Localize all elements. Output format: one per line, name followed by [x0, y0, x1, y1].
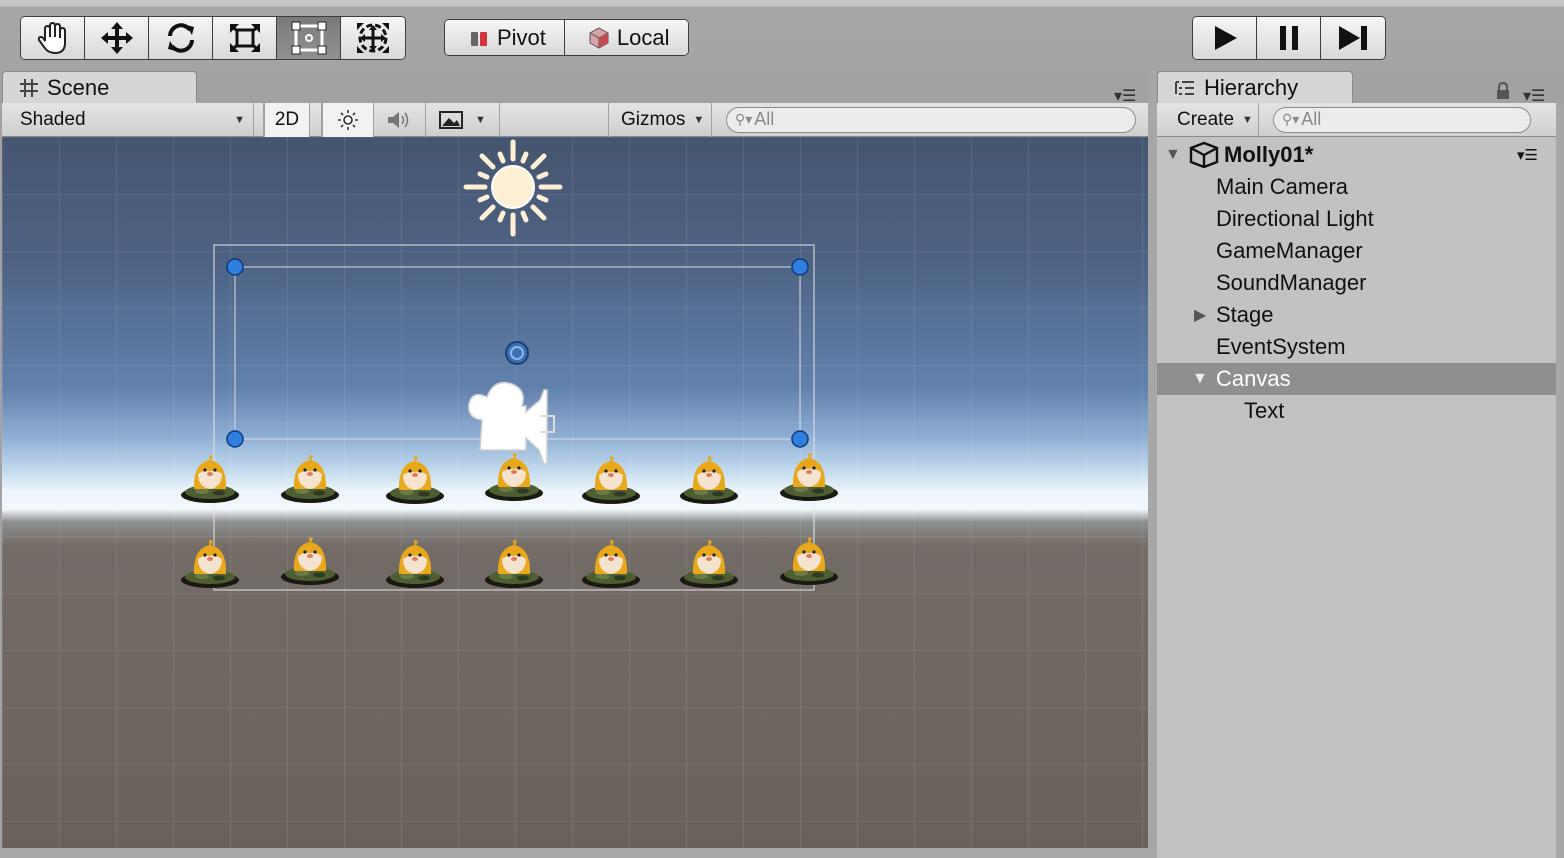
- 2d-label: 2D: [274, 108, 300, 130]
- hierarchy-item-canvas[interactable]: ▼ Canvas: [1157, 363, 1556, 395]
- chevron-down-icon: ▼: [475, 113, 486, 126]
- create-label: Create: [1177, 108, 1235, 130]
- pivot-label: Pivot: [497, 24, 546, 50]
- panel-splitter[interactable]: [1148, 70, 1157, 858]
- gizmos-dropdown[interactable]: Gizmos ▼: [608, 102, 712, 137]
- scene-contents: [181, 139, 838, 591]
- hierarchy-item-directional-light[interactable]: Directional Light: [1157, 203, 1556, 235]
- local-label: Local: [616, 24, 670, 50]
- search-icon: ⚲▾: [735, 111, 753, 127]
- shading-mode-dropdown[interactable]: Shaded ▼: [2, 102, 254, 137]
- step-icon: [1339, 26, 1367, 50]
- scene-viewport[interactable]: [2, 137, 1148, 848]
- step-button[interactable]: [1321, 17, 1385, 59]
- hierarchy-search-placeholder: All: [1301, 109, 1322, 129]
- pivot-button[interactable]: Pivot: [445, 20, 565, 55]
- gizmos-label: Gizmos: [621, 108, 686, 130]
- scene-toolbar: Shaded ▼ 2D ▼ Gizmos ▼ ⚲▾ All: [2, 102, 1148, 137]
- hierarchy-tree: ▼ Molly01* ▾☰ Main Camera Directional Li…: [1157, 137, 1556, 858]
- chevron-down-icon: ▼: [234, 113, 245, 126]
- transform-tools: [20, 16, 406, 60]
- transform-icon: [357, 23, 389, 53]
- hierarchy-item-eventsystem[interactable]: EventSystem: [1157, 331, 1556, 363]
- expand-triangle-icon[interactable]: ▼: [1165, 146, 1181, 164]
- speaker-icon: [387, 111, 408, 128]
- collapse-triangle-icon[interactable]: ▶: [1194, 305, 1206, 325]
- rect-handle-bottom-right[interactable]: [791, 430, 809, 448]
- scene-effects-dropdown[interactable]: ▼: [426, 102, 500, 137]
- rect-tool-icon: [291, 21, 326, 55]
- shading-mode-label: Shaded: [20, 108, 86, 130]
- scene-lighting-toggle[interactable]: [322, 102, 374, 137]
- rect-tool-button[interactable]: [277, 17, 341, 59]
- scene-tab-label: Scene: [47, 74, 110, 100]
- hierarchy-tab-label: Hierarchy: [1204, 74, 1299, 100]
- scale-icon: [229, 23, 260, 53]
- sun-icon: [338, 109, 358, 130]
- image-icon: [439, 110, 464, 129]
- scale-tool-button[interactable]: [213, 17, 277, 59]
- create-dropdown[interactable]: Create ▼: [1157, 102, 1259, 137]
- play-icon: [1214, 26, 1237, 50]
- move-icon: [100, 22, 133, 54]
- play-button[interactable]: [1193, 17, 1257, 59]
- search-icon: ⚲▾: [1282, 111, 1300, 127]
- mole-row-2: [181, 537, 838, 588]
- scene-name: Molly01*: [1224, 142, 1314, 167]
- mole-row-1: [181, 453, 838, 504]
- tab-hierarchy[interactable]: Hierarchy: [1157, 71, 1353, 103]
- rotate-icon: [167, 23, 194, 53]
- scene-options-icon[interactable]: ▾☰: [1517, 146, 1538, 164]
- hierarchy-toolbar: Create ▼ ⚲▾ All: [1157, 102, 1556, 137]
- pivot-toggles: Pivot Local: [444, 19, 689, 56]
- list-icon: [1175, 80, 1194, 95]
- pause-icon: [1279, 26, 1298, 50]
- scene-search-placeholder: All: [754, 109, 775, 129]
- scene-audio-toggle[interactable]: [374, 102, 426, 137]
- rect-handle-top-right[interactable]: [791, 258, 809, 276]
- chevron-down-icon: ▼: [1242, 113, 1253, 126]
- transform-tool-button[interactable]: [341, 17, 405, 59]
- local-button[interactable]: Local: [564, 20, 688, 55]
- hierarchy-item-text[interactable]: Text: [1157, 395, 1556, 427]
- hand-icon: [37, 21, 66, 55]
- pivot-icon: [471, 31, 487, 46]
- move-tool-button[interactable]: [85, 17, 149, 59]
- hierarchy-item-soundmanager[interactable]: SoundManager: [1157, 267, 1556, 299]
- chevron-down-icon: ▼: [693, 113, 705, 126]
- playback-controls: [1192, 16, 1386, 60]
- tab-scene[interactable]: Scene: [2, 71, 197, 103]
- hand-tool-button[interactable]: [21, 17, 85, 59]
- expand-triangle-icon[interactable]: ▼: [1192, 370, 1208, 388]
- scene-search-input[interactable]: ⚲▾ All: [726, 106, 1136, 133]
- unity-scene-icon: [1189, 141, 1219, 169]
- rect-handle-bottom-left[interactable]: [226, 430, 244, 448]
- hierarchy-item-main-camera[interactable]: Main Camera: [1157, 171, 1556, 203]
- camera-gizmo-icon[interactable]: [468, 381, 555, 465]
- scene-root-row[interactable]: ▼ Molly01* ▾☰: [1157, 139, 1556, 171]
- 2d-toggle[interactable]: 2D: [264, 102, 310, 137]
- hierarchy-item-stage[interactable]: ▶ Stage: [1157, 299, 1556, 331]
- rect-handle-top-left[interactable]: [226, 258, 244, 276]
- hierarchy-item-gamemanager[interactable]: GameManager: [1157, 235, 1556, 267]
- directional-light-gizmo[interactable]: [463, 139, 563, 237]
- pause-button[interactable]: [1257, 17, 1321, 59]
- local-cube-icon: [589, 26, 609, 49]
- hierarchy-search-input[interactable]: ⚲▾ All: [1273, 106, 1531, 133]
- rotate-tool-button[interactable]: [149, 17, 213, 59]
- grid-icon: [20, 78, 38, 97]
- pivot-handle[interactable]: [505, 341, 529, 365]
